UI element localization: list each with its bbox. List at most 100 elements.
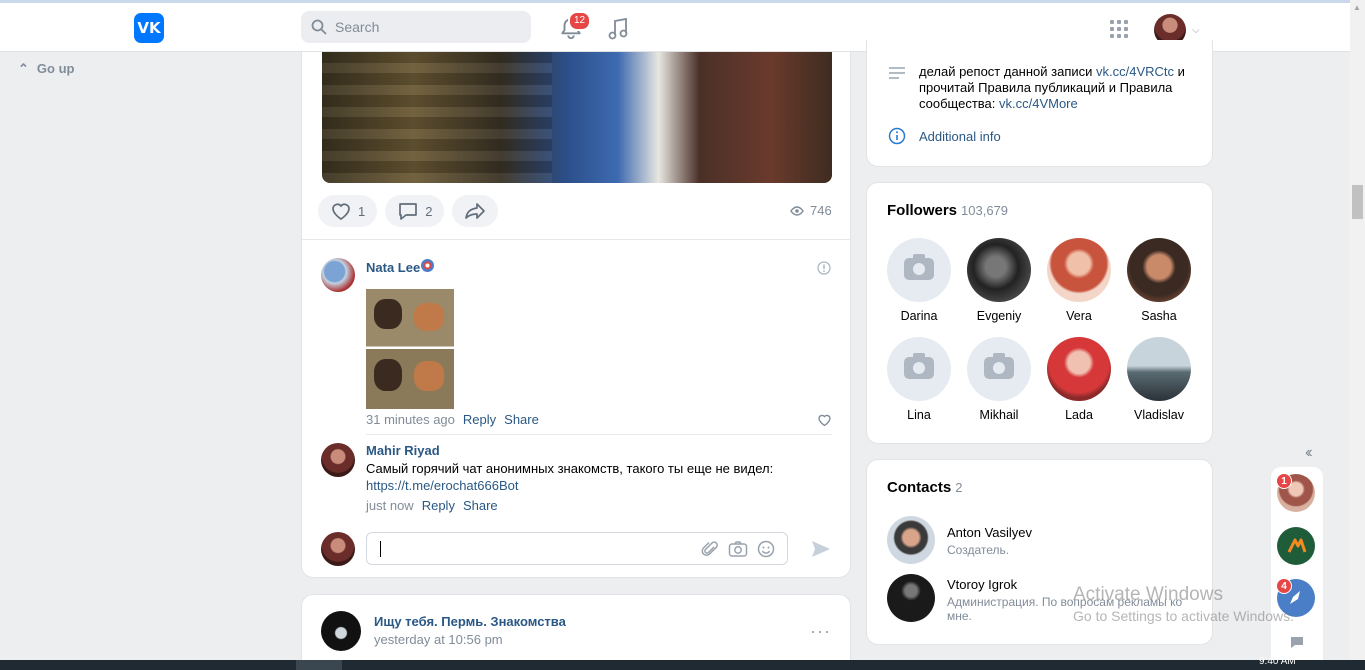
follower-photo (1047, 337, 1111, 401)
follower-lina[interactable]: Lina (879, 337, 959, 422)
comment-like-heart-icon[interactable] (817, 413, 832, 427)
follower-photo (1127, 337, 1191, 401)
contacts-title-text: Contacts (887, 479, 952, 496)
comment-time[interactable]: just now (366, 498, 414, 513)
search-box[interactable] (301, 11, 531, 43)
follower-lada[interactable]: Lada (1039, 337, 1119, 422)
follower-name: Vladislav (1133, 408, 1185, 422)
report-icon[interactable] (817, 261, 831, 275)
watermark-line2: Go to Settings to activate Windows. (1073, 608, 1294, 624)
contact-name[interactable]: Vtoroy Igrok (947, 577, 1017, 592)
comment-time[interactable]: 31 minutes ago (366, 412, 455, 427)
scroll-up-arrow-icon[interactable]: ▲ (1353, 3, 1361, 12)
follower-name: Lina (907, 408, 931, 422)
emoji-smile-icon[interactable] (757, 540, 775, 558)
like-button[interactable]: 1 (318, 195, 378, 227)
comment-author[interactable]: Nata Lee (366, 260, 420, 275)
additional-info-link[interactable]: Additional info (919, 129, 1001, 144)
camera-icon[interactable] (728, 540, 748, 558)
follower-photo (1127, 238, 1191, 302)
share-link[interactable]: Share (504, 412, 539, 427)
comment-text: Самый горячий чат анонимных знакомств, т… (366, 460, 826, 494)
scrollbar-thumb[interactable] (1352, 185, 1363, 219)
verified-badge-icon (421, 259, 434, 272)
follower-vera[interactable]: Vera (1039, 238, 1119, 323)
page-scrollbar[interactable]: ▲ (1350, 0, 1365, 660)
commenter-avatar[interactable] (321, 443, 355, 477)
taskbar-app-icon[interactable] (296, 660, 342, 670)
camera-placeholder-icon (904, 353, 934, 379)
views-counter: 746 (790, 203, 832, 218)
post-photo[interactable] (322, 52, 832, 183)
vk-logo[interactable]: VK (134, 13, 164, 43)
apps-grid-icon[interactable] (1110, 20, 1128, 38)
search-input[interactable] (335, 11, 525, 43)
follower-photo (1047, 238, 1111, 302)
followers-title[interactable]: Followers 103,679 (887, 202, 1008, 219)
follower-mikhail[interactable]: Mikhail (959, 337, 1039, 422)
search-icon (311, 19, 327, 35)
contact-avatar[interactable] (887, 574, 935, 622)
description-link[interactable]: vk.cc/4VRCtc (1096, 64, 1174, 79)
follower-photo-placeholder (887, 238, 951, 302)
go-up-label: Go up (36, 61, 75, 76)
music-icon[interactable] (606, 16, 630, 42)
followers-count: 103,679 (961, 203, 1009, 218)
comment-button[interactable]: 2 (385, 195, 445, 227)
contact-name[interactable]: Anton Vasilyev (947, 525, 1032, 540)
group-description: делай репост данной записи vk.cc/4VRCtc … (919, 64, 1199, 112)
chat-bubble-icon[interactable] (1289, 635, 1305, 649)
followers-card: Followers 103,679 Darina Evgeniy Vera Sas… (866, 182, 1213, 444)
reply-link[interactable]: Reply (463, 412, 496, 427)
contacts-title[interactable]: Contacts 2 (887, 479, 962, 496)
chat-heads-panel: 1 4 (1271, 467, 1323, 660)
post-time[interactable]: yesterday at 10:56 pm (374, 632, 503, 647)
comment-body: Самый горячий чат анонимных знакомств, т… (366, 461, 774, 476)
send-icon[interactable] (810, 539, 832, 559)
more-options-icon[interactable]: ··· (810, 621, 831, 642)
attach-paperclip-icon[interactable] (701, 540, 719, 558)
contact-role: Создатель. (947, 543, 1010, 557)
comment-link[interactable]: https://t.me/erochat666Bot (366, 478, 518, 493)
chevron-down-icon[interactable]: ⌵ (1192, 25, 1200, 36)
group-avatar[interactable] (321, 611, 361, 651)
collapse-chats-icon[interactable]: ‹‹ (1305, 444, 1312, 462)
follower-vladislav[interactable]: Vladislav (1119, 337, 1199, 422)
taskbar-clock[interactable]: 9:40 AM (1259, 656, 1296, 667)
commenter-avatar[interactable] (321, 258, 355, 292)
comment-author[interactable]: Mahir Riyad (366, 443, 440, 458)
camera-placeholder-icon (984, 353, 1014, 379)
contact-avatar[interactable] (887, 516, 935, 564)
follower-name: Mikhail (979, 408, 1019, 422)
description-link[interactable]: vk.cc/4VMore (999, 96, 1078, 111)
my-avatar[interactable] (321, 532, 355, 566)
notifications-badge: 12 (568, 11, 592, 31)
follower-evgeniy[interactable]: Evgeniy (959, 238, 1039, 323)
info-circle-icon (888, 127, 906, 145)
go-up-link[interactable]: ⌃ Go up (18, 61, 74, 77)
chat-group-logo-icon (1287, 538, 1307, 553)
windows-activation-watermark: Activate Windows Go to Settings to activ… (1073, 584, 1294, 624)
chat-unread-badge: 1 (1276, 473, 1292, 489)
follower-name: Vera (1066, 309, 1092, 323)
comment-icon (399, 203, 418, 220)
group-info-card: делай репост данной записи vk.cc/4VRCtc … (866, 40, 1213, 167)
comment-meme-image[interactable] (366, 289, 454, 409)
contacts-count: 2 (955, 480, 963, 495)
share-icon (465, 203, 486, 219)
views-count: 746 (810, 203, 832, 218)
follower-darina[interactable]: Darina (879, 238, 959, 323)
share-button[interactable] (452, 195, 499, 227)
reply-link[interactable]: Reply (422, 498, 455, 513)
follower-photo-placeholder (967, 337, 1031, 401)
description-icon (889, 67, 905, 79)
eye-icon (790, 205, 804, 216)
follower-name: Evgeniy (976, 309, 1022, 323)
comment-count: 2 (425, 203, 433, 219)
follower-sasha[interactable]: Sasha (1119, 238, 1199, 323)
comment-divider (366, 434, 832, 435)
comment-input[interactable] (366, 532, 788, 565)
follower-name: Sasha (1141, 309, 1177, 323)
share-link[interactable]: Share (463, 498, 498, 513)
group-name[interactable]: Ищу тебя. Пермь. Знакомства (374, 614, 566, 629)
